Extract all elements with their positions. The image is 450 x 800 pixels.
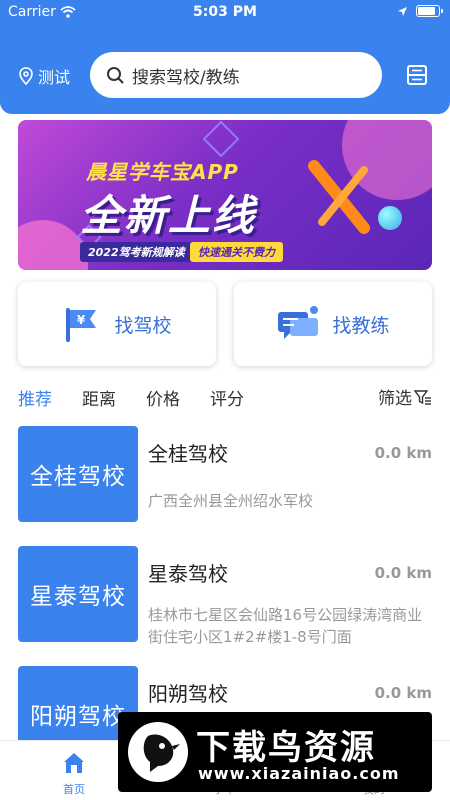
sort-tabs: 推荐 距离 价格 评分 筛选 <box>18 384 432 410</box>
list-item[interactable]: 星泰驾校 星泰驾校 0.0 km 桂林市七星区会仙路16号公园绿涛湾商业街住宅小… <box>18 546 432 646</box>
filter-icon <box>414 389 431 405</box>
status-time: 5:03 PM <box>193 4 257 20</box>
location-arrow-icon <box>398 6 407 16</box>
watermark: 下载鸟资源 www.xiazainiao.com <box>118 712 432 792</box>
search-input[interactable]: 搜索驾校/教练 <box>90 52 382 98</box>
school-address: 广西全州县全州绍水军校 <box>148 492 314 510</box>
filter-label: 筛选 <box>378 389 412 409</box>
banner-decoration <box>18 220 88 270</box>
school-distance: 0.0 km <box>374 444 432 462</box>
list-item[interactable]: 全桂驾校 全桂驾校 0.0 km 广西全州县全州绍水军校 <box>18 426 432 522</box>
school-thumbnail: 全桂驾校 <box>18 426 138 522</box>
tab-recommend[interactable]: 推荐 <box>18 385 52 410</box>
banner-title: 全新上线 <box>80 191 257 240</box>
find-coach-button[interactable]: 找教练 <box>234 282 432 366</box>
find-school-button[interactable]: ¥ 找驾校 <box>18 282 216 366</box>
watermark-brand: 下载鸟资源 <box>196 728 376 768</box>
status-bar: Carrier 5:03 PM <box>0 0 450 26</box>
search-icon <box>107 67 124 84</box>
nav-home[interactable]: 首页 <box>34 751 114 797</box>
promo-banner[interactable]: 晨星学车宝APP 全新上线 2022驾考新规解读 快速通关不费力 <box>18 120 432 270</box>
banner-tag: 2022驾考新规解读 <box>80 242 193 262</box>
ball-decoration <box>378 206 402 230</box>
school-name: 全桂驾校 <box>148 442 228 466</box>
bird-logo-icon <box>128 722 188 782</box>
nav-home-label: 首页 <box>63 783 85 796</box>
map-pin-icon <box>19 67 33 85</box>
location-label: 测试 <box>38 68 71 87</box>
chat-bubbles-icon <box>278 306 319 339</box>
filter-button[interactable]: 筛选 <box>378 384 432 409</box>
school-distance: 0.0 km <box>374 684 432 702</box>
school-name: 星泰驾校 <box>148 562 228 586</box>
flag-yuan-icon: ¥ <box>66 308 97 342</box>
find-coach-label: 找教练 <box>332 314 390 337</box>
banner-accent-stroke <box>308 160 370 234</box>
svg-text:¥: ¥ <box>77 313 86 327</box>
school-address: 桂林市七星区会仙路16号公园绿涛湾商业街住宅小区1#2#楼1-8号门面 <box>148 606 423 646</box>
status-right <box>397 5 443 17</box>
header: Carrier 5:03 PM 测试 搜索驾校/教练 <box>0 0 450 114</box>
menu-icon[interactable] <box>406 64 428 86</box>
search-placeholder: 搜索驾校/教练 <box>132 67 240 88</box>
battery-icon <box>416 5 443 17</box>
school-name: 阳朔驾校 <box>148 682 228 706</box>
watermark-url: www.xiazainiao.com <box>198 764 400 783</box>
location-selector[interactable]: 测试 <box>18 64 70 88</box>
school-distance: 0.0 km <box>374 564 432 582</box>
tab-rating[interactable]: 评分 <box>210 385 244 410</box>
tab-distance[interactable]: 距离 <box>82 385 116 410</box>
gem-decoration <box>202 120 240 158</box>
banner-subtitle: 晨星学车宝APP <box>86 160 239 184</box>
school-thumbnail: 星泰驾校 <box>18 546 138 642</box>
home-icon <box>64 753 84 773</box>
tab-price[interactable]: 价格 <box>146 385 180 410</box>
find-school-label: 找驾校 <box>114 314 172 337</box>
banner-tag: 快速通关不费力 <box>190 242 283 262</box>
